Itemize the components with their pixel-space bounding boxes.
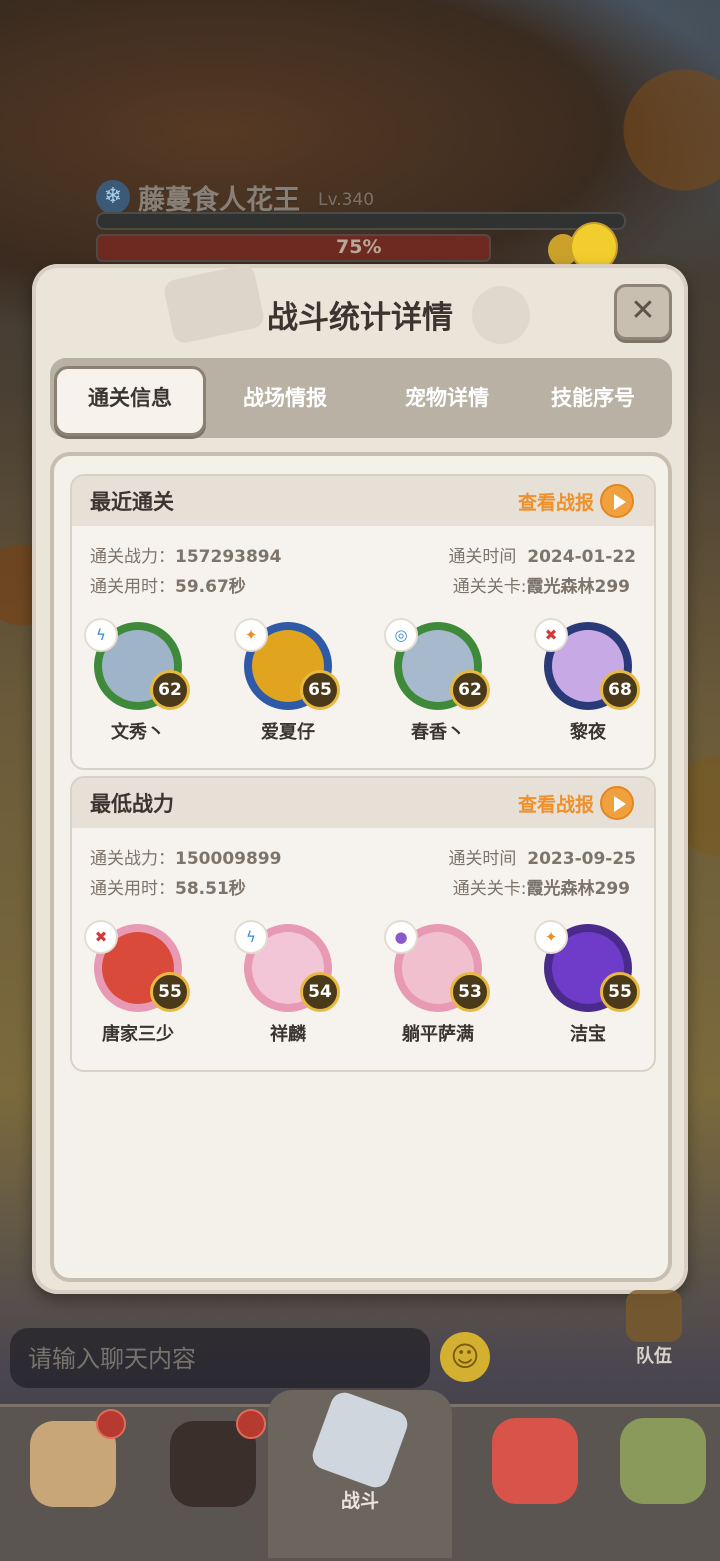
boss-secondary-bar bbox=[96, 212, 626, 230]
pet-name: 唐家三少 bbox=[102, 1024, 174, 1045]
pet-slot[interactable]: ◎ 62 春香丶 bbox=[378, 618, 498, 752]
pet-name: 春香丶 bbox=[411, 722, 465, 743]
dialog-title: 战斗统计详情 bbox=[267, 300, 453, 336]
water-icon: ◎ bbox=[384, 618, 418, 652]
team-icon[interactable] bbox=[626, 1290, 682, 1342]
chat-input[interactable] bbox=[26, 1340, 350, 1378]
card-title: 最近通关 bbox=[90, 490, 174, 514]
tab-content: 最近通关 查看战报 通关战力：157293894 通关时间 2024-01-22… bbox=[50, 452, 672, 1282]
nav-battle-label: 战斗 bbox=[340, 1490, 379, 1512]
play-icon bbox=[600, 786, 634, 820]
lowest-power-card: 最低战力 查看战报 通关战力：150009899 通关时间 2023-09-25… bbox=[70, 776, 656, 1072]
pet-level: 55 bbox=[600, 972, 640, 1012]
pet-slot[interactable]: ● 53 躺平萨满 bbox=[378, 920, 498, 1054]
sword-icon bbox=[308, 1388, 412, 1492]
pet-level: 53 bbox=[450, 972, 490, 1012]
chat-input-box bbox=[10, 1328, 430, 1388]
fire-icon: ✦ bbox=[234, 618, 268, 652]
lightning-icon: ϟ bbox=[84, 618, 118, 652]
team-label[interactable]: 队伍 bbox=[636, 1342, 672, 1368]
pet-level: 65 bbox=[300, 670, 340, 710]
nav-item-character[interactable] bbox=[150, 1407, 280, 1557]
clear-duration: 通关用时：59.67秒 bbox=[90, 577, 246, 597]
pet-slot[interactable]: ϟ 62 文秀丶 bbox=[78, 618, 198, 752]
card-title: 最低战力 bbox=[90, 792, 174, 816]
guild-avatar-icon bbox=[620, 1418, 706, 1504]
clear-power: 通关战力：157293894 bbox=[90, 547, 282, 567]
fist-icon: ✖ bbox=[84, 920, 118, 954]
view-report-button[interactable]: 查看战报 bbox=[494, 786, 634, 820]
snowflake-icon: ❄ bbox=[96, 180, 130, 214]
nav-item-guild[interactable] bbox=[600, 1404, 720, 1554]
clear-power: 通关战力：150009899 bbox=[90, 849, 282, 869]
notification-badge-icon bbox=[96, 1409, 126, 1439]
tab-pet-details[interactable]: 宠物详情 bbox=[372, 366, 522, 430]
tab-skill-order[interactable]: 技能序号 bbox=[528, 366, 658, 430]
pet-name: 祥麟 bbox=[270, 1024, 306, 1045]
pet-level: 54 bbox=[300, 972, 340, 1012]
pet-avatar-icon bbox=[492, 1418, 578, 1504]
view-report-button[interactable]: 查看战报 bbox=[494, 484, 634, 518]
nav-item-battle[interactable]: 战斗 bbox=[268, 1388, 452, 1558]
pet-level: 62 bbox=[450, 670, 490, 710]
nav-item-pet[interactable] bbox=[472, 1404, 602, 1554]
pet-slot[interactable]: ϟ 54 祥麟 bbox=[228, 920, 348, 1054]
tab-bar: 通关信息 战场情报 宠物详情 技能序号 bbox=[50, 358, 672, 438]
pet-slot[interactable]: ✦ 55 洁宝 bbox=[528, 920, 648, 1054]
lightning-icon: ϟ bbox=[234, 920, 268, 954]
pet-name: 文秀丶 bbox=[111, 722, 165, 743]
pet-team: ϟ 62 文秀丶 ✦ 65 爱夏仔 ◎ 62 春香丶 ✖ 68 黎夜 bbox=[72, 618, 654, 752]
boss-hp-percent: 75% bbox=[336, 236, 382, 258]
clear-time: 通关时间 2024-01-22 bbox=[448, 547, 636, 567]
pet-level: 68 bbox=[600, 670, 640, 710]
fire-icon: ✦ bbox=[534, 920, 568, 954]
view-report-label: 查看战报 bbox=[517, 794, 594, 816]
pet-team: ✖ 55 唐家三少 ϟ 54 祥麟 ● 53 躺平萨满 ✦ 55 洁宝 bbox=[72, 920, 654, 1054]
pet-slot[interactable]: ✖ 55 唐家三少 bbox=[78, 920, 198, 1054]
pet-level: 62 bbox=[150, 670, 190, 710]
pet-name: 躺平萨满 bbox=[402, 1024, 474, 1045]
pet-name: 爱夏仔 bbox=[261, 722, 315, 743]
emoji-button[interactable]: ☺ bbox=[440, 1332, 490, 1382]
boss-hp-bar bbox=[96, 234, 491, 262]
clear-duration: 通关用时：58.51秒 bbox=[90, 879, 246, 899]
pet-slot[interactable]: ✦ 65 爱夏仔 bbox=[228, 618, 348, 752]
clear-stage: 通关关卡:霞光森林299 bbox=[452, 879, 630, 899]
view-report-label: 查看战报 bbox=[517, 492, 594, 514]
smiley-icon: ☺ bbox=[450, 1340, 480, 1373]
pet-level: 55 bbox=[150, 972, 190, 1012]
fist-icon: ✖ bbox=[534, 618, 568, 652]
boss-level: Lv.340 bbox=[318, 190, 375, 210]
clear-stage: 通关关卡:霞光森林299 bbox=[452, 577, 630, 597]
battle-stats-dialog: 战斗统计详情 ✕ 通关信息 战场情报 宠物详情 技能序号 最近通关 查看战报 通… bbox=[32, 263, 688, 1294]
notification-badge-icon bbox=[236, 1409, 266, 1439]
tab-battlefield-intel[interactable]: 战场情报 bbox=[210, 366, 360, 430]
moon-icon: ● bbox=[384, 920, 418, 954]
clear-time: 通关时间 2023-09-25 bbox=[448, 849, 636, 869]
nav-item-hero[interactable] bbox=[10, 1407, 140, 1557]
pet-name: 洁宝 bbox=[570, 1024, 606, 1045]
recent-clear-card: 最近通关 查看战报 通关战力：157293894 通关时间 2024-01-22… bbox=[70, 474, 656, 770]
pet-name: 黎夜 bbox=[570, 722, 606, 743]
card-header: 最近通关 查看战报 bbox=[72, 476, 654, 526]
play-icon bbox=[600, 484, 634, 518]
pet-slot[interactable]: ✖ 68 黎夜 bbox=[528, 618, 648, 752]
card-header: 最低战力 查看战报 bbox=[72, 778, 654, 828]
tab-clear-info[interactable]: 通关信息 bbox=[54, 366, 206, 436]
close-button[interactable]: ✕ bbox=[614, 284, 672, 340]
close-icon: ✕ bbox=[630, 293, 656, 328]
